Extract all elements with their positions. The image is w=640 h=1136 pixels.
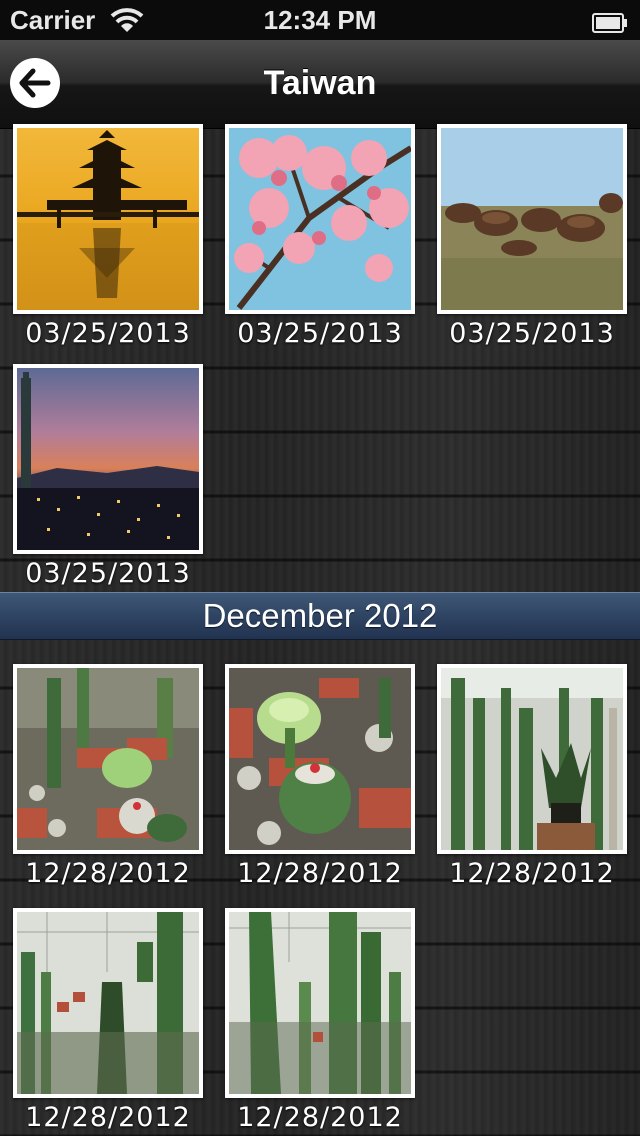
photo-thumbnail[interactable] [13, 124, 203, 314]
cactus-pots-image [17, 668, 199, 850]
pagoda-sunset-image [17, 128, 199, 310]
photo-date: 12/28/2012 [449, 858, 615, 889]
photo-thumbnail[interactable] [437, 664, 627, 854]
greenhouse-tall-cactus-image [17, 912, 199, 1094]
cherry-blossom-image [229, 128, 411, 310]
photo-thumbnail[interactable] [13, 908, 203, 1098]
photo-thumbnail[interactable] [13, 664, 203, 854]
photo-thumbnail[interactable] [225, 124, 415, 314]
photo-thumbnail[interactable] [13, 364, 203, 554]
battery-icon [592, 9, 628, 33]
photo-cell[interactable]: 12/28/2012 [225, 908, 415, 1133]
page-title: Taiwan [263, 64, 377, 102]
greenhouse-column-cactus-image [229, 912, 411, 1094]
clock-label: 12:34 PM [263, 5, 377, 35]
photo-cell[interactable]: 03/25/2013 [225, 124, 415, 349]
section-header: December 2012 [0, 592, 640, 640]
photo-grid[interactable]: 03/25/2013 03/25/2013 03/25/2013 03/25/2… [0, 124, 640, 1136]
photo-date: 03/25/2013 [237, 318, 403, 349]
photo-cell[interactable]: 03/25/2013 [13, 364, 203, 589]
photo-thumbnail[interactable] [225, 908, 415, 1098]
city-skyline-dusk-image [17, 368, 199, 550]
photo-cell[interactable]: 12/28/2012 [225, 664, 415, 889]
photo-thumbnail[interactable] [225, 664, 415, 854]
photo-cell[interactable]: 12/28/2012 [13, 664, 203, 889]
photo-date: 03/25/2013 [25, 558, 191, 589]
photo-cell[interactable]: 03/25/2013 [13, 124, 203, 349]
photo-date: 03/25/2013 [25, 318, 191, 349]
photo-date: 12/28/2012 [237, 1102, 403, 1133]
rock-coast-image [441, 128, 623, 310]
navigation-bar: Taiwan [0, 40, 640, 129]
cactus-closeup-image [229, 668, 411, 850]
photo-date: 12/28/2012 [237, 858, 403, 889]
photo-cell[interactable]: 03/25/2013 [437, 124, 627, 349]
photo-date: 12/28/2012 [25, 858, 191, 889]
photo-date: 03/25/2013 [449, 318, 615, 349]
status-bar: Carrier 12:34 PM [0, 0, 640, 40]
photo-date: 12/28/2012 [25, 1102, 191, 1133]
cactus-greenhouse-image [441, 668, 623, 850]
photo-cell[interactable]: 12/28/2012 [437, 664, 627, 889]
photo-thumbnail[interactable] [437, 124, 627, 314]
photo-cell[interactable]: 12/28/2012 [13, 908, 203, 1133]
